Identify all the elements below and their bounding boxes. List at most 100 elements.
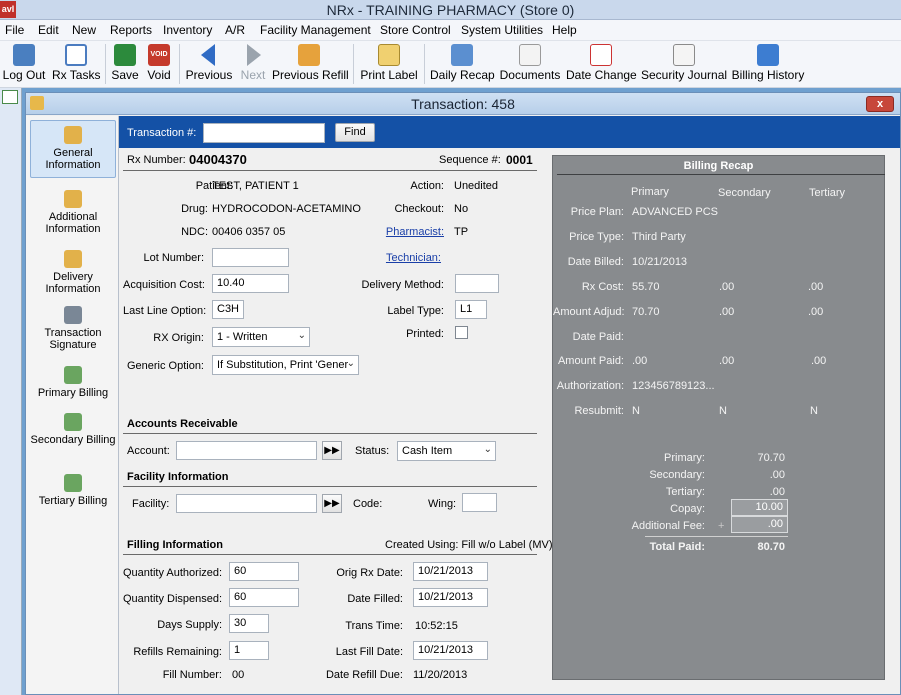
toolbar: Log Out Rx Tasks Save VOID Void Previous… bbox=[0, 41, 901, 88]
days-supply-label: Days Supply: bbox=[157, 619, 222, 631]
nav-tertiary-billing[interactable]: Tertiary Billing bbox=[30, 474, 116, 507]
void-button[interactable]: VOID Void bbox=[143, 41, 175, 87]
menu-system-utilities[interactable]: System Utilities bbox=[461, 23, 543, 37]
menu-ar[interactable]: A/R bbox=[225, 23, 245, 37]
menu-file[interactable]: File bbox=[5, 23, 24, 37]
account-input[interactable] bbox=[176, 441, 317, 460]
amount-adjud-secondary: .00 bbox=[719, 306, 735, 318]
previous-refill-button[interactable]: Previous Refill bbox=[272, 41, 349, 87]
delivery-method-label: Delivery Method: bbox=[361, 279, 444, 291]
save-icon bbox=[114, 44, 136, 66]
billing-recap-title: Billing Recap bbox=[683, 160, 754, 172]
save-button[interactable]: Save bbox=[110, 41, 140, 87]
primary-billing-icon bbox=[64, 366, 82, 384]
logout-button[interactable]: Log Out bbox=[2, 41, 46, 87]
lot-number-input[interactable] bbox=[212, 248, 289, 267]
ndc-label: NDC: bbox=[181, 226, 208, 238]
toolbar-separator bbox=[179, 44, 180, 84]
refills-remaining-input[interactable]: 1 bbox=[229, 641, 269, 660]
days-supply-input[interactable]: 30 bbox=[229, 614, 269, 633]
pharmacist-link[interactable]: Pharmacist: bbox=[356, 226, 444, 238]
last-line-option-input[interactable]: C3H bbox=[212, 300, 244, 319]
app-title: NRx - TRAINING PHARMACY (Store 0) bbox=[326, 2, 575, 18]
rx-origin-select[interactable]: 1 - Written ⌄ bbox=[212, 327, 310, 347]
daily-recap-chart-icon bbox=[451, 44, 473, 66]
facility-lookup-button[interactable]: ▶▶ bbox=[322, 494, 342, 513]
menu-help[interactable]: Help bbox=[552, 23, 577, 37]
nav-transaction-signature[interactable]: Transaction Signature bbox=[30, 306, 116, 351]
menu-facility-management[interactable]: Facility Management bbox=[260, 23, 371, 37]
divider bbox=[557, 174, 885, 175]
nav-delivery-information[interactable]: Delivery Information bbox=[30, 250, 116, 295]
toolbar-separator bbox=[353, 44, 354, 84]
orig-rx-date-input[interactable]: 10/21/2013 bbox=[413, 562, 488, 581]
date-filled-input[interactable]: 10/21/2013 bbox=[413, 588, 488, 607]
toolbar-separator bbox=[105, 44, 106, 84]
billing-recap-panel: Billing Recap Primary Secondary Tertiary… bbox=[552, 155, 885, 680]
window-title: Transaction: 458 bbox=[411, 96, 515, 112]
close-button[interactable]: x bbox=[866, 96, 894, 112]
authorization-label: Authorization: bbox=[556, 380, 624, 392]
last-fill-date-input[interactable]: 10/21/2013 bbox=[413, 641, 488, 660]
account-lookup-button[interactable]: ▶▶ bbox=[322, 441, 342, 460]
resubmit-primary: N bbox=[632, 405, 640, 417]
amount-paid-label: Amount Paid: bbox=[557, 355, 624, 367]
menu-new[interactable]: New bbox=[72, 23, 96, 37]
drug-value: HYDROCODON-ACETAMINO bbox=[212, 203, 361, 215]
nav-additional-information[interactable]: Additional Information bbox=[30, 190, 116, 235]
documents-icon bbox=[519, 44, 541, 66]
drug-label: Drug: bbox=[181, 203, 208, 215]
divider bbox=[123, 486, 537, 487]
wing-input[interactable] bbox=[462, 493, 497, 512]
menu-store-control[interactable]: Store Control bbox=[380, 23, 451, 37]
acquisition-cost-input[interactable]: 10.40 bbox=[212, 274, 289, 293]
next-button[interactable]: Next bbox=[238, 41, 268, 87]
technician-link[interactable]: Technician: bbox=[356, 252, 441, 264]
status-select[interactable]: Cash Item ⌄ bbox=[397, 441, 496, 461]
quantity-dispensed-input[interactable]: 60 bbox=[229, 588, 299, 607]
divider bbox=[123, 170, 537, 171]
total-paid-value: 80.70 bbox=[757, 541, 785, 553]
menu-inventory[interactable]: Inventory bbox=[163, 23, 212, 37]
copay-input[interactable]: 10.00 bbox=[731, 499, 788, 516]
daily-recap-button[interactable]: Daily Recap bbox=[430, 41, 495, 87]
additional-fee-input[interactable]: .00 bbox=[731, 516, 788, 533]
col-tertiary: Tertiary bbox=[809, 187, 846, 199]
previous-button[interactable]: Previous bbox=[185, 41, 233, 87]
label-type-input[interactable]: L1 bbox=[455, 300, 487, 319]
find-button[interactable]: Find bbox=[335, 123, 375, 142]
window-title-bar: Transaction: 458 x bbox=[26, 93, 900, 115]
transaction-number-input[interactable] bbox=[203, 123, 325, 143]
menu-bar: File Edit New Reports Inventory A/R Faci… bbox=[0, 20, 901, 41]
transaction-search-bar: Transaction #: Find bbox=[119, 116, 900, 148]
lot-number-label: Lot Number: bbox=[143, 252, 204, 264]
date-change-button[interactable]: Date Change bbox=[566, 41, 637, 87]
delivery-method-input[interactable] bbox=[455, 274, 499, 293]
additional-info-icon bbox=[64, 190, 82, 208]
billing-history-button[interactable]: Billing History bbox=[731, 41, 805, 87]
col-secondary: Secondary bbox=[718, 187, 771, 199]
sequence-label: Sequence #: bbox=[439, 154, 501, 166]
sequence-value: 0001 bbox=[506, 153, 533, 167]
action-label: Action: bbox=[410, 180, 444, 192]
status-label: Status: bbox=[355, 445, 390, 457]
menu-edit[interactable]: Edit bbox=[38, 23, 59, 37]
fill-number-value: 00 bbox=[232, 669, 245, 681]
printed-checkbox[interactable] bbox=[455, 326, 468, 339]
nav-secondary-billing[interactable]: Secondary Billing bbox=[30, 413, 116, 446]
rx-tasks-button[interactable]: Rx Tasks bbox=[52, 41, 100, 87]
nav-primary-billing[interactable]: Primary Billing bbox=[30, 366, 116, 399]
facility-input[interactable] bbox=[176, 494, 317, 513]
quantity-authorized-input[interactable]: 60 bbox=[229, 562, 299, 581]
menu-reports[interactable]: Reports bbox=[110, 23, 152, 37]
account-label: Account: bbox=[127, 445, 170, 457]
resubmit-label: Resubmit: bbox=[574, 405, 624, 417]
price-plan-label: Price Plan: bbox=[570, 206, 624, 218]
documents-button[interactable]: Documents bbox=[498, 41, 562, 87]
edit-icon[interactable] bbox=[2, 90, 18, 104]
security-journal-button[interactable]: Security Journal bbox=[641, 41, 727, 87]
print-label-button[interactable]: Print Label bbox=[360, 41, 418, 87]
generic-option-select[interactable]: If Substitution, Print 'Gener ⌄ bbox=[212, 355, 359, 375]
billing-history-icon bbox=[757, 44, 779, 66]
nav-general-information[interactable]: General Information bbox=[30, 120, 116, 178]
